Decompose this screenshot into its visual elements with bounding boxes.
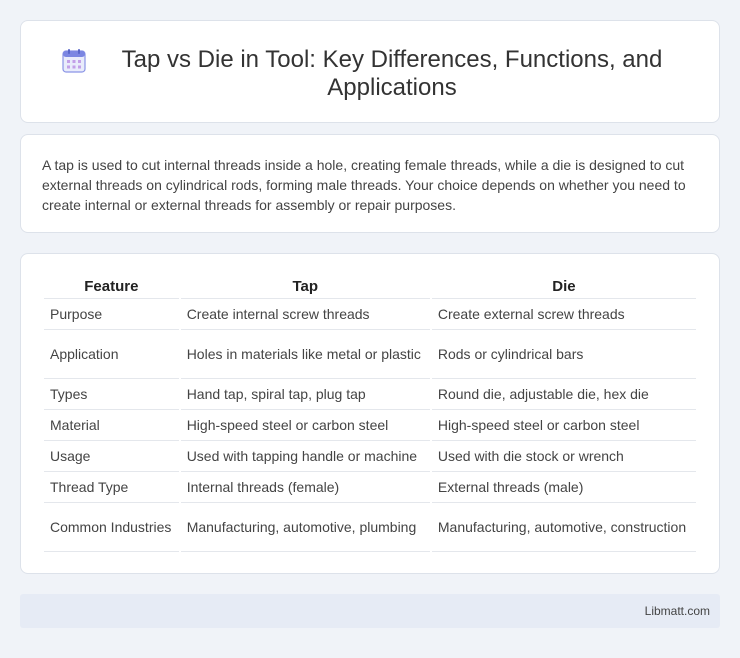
feature-cell: Thread Type bbox=[44, 472, 179, 503]
feature-cell: Types bbox=[44, 379, 179, 410]
tap-cell: Hand tap, spiral tap, plug tap bbox=[180, 379, 430, 410]
comparison-card: Feature Tap Die Purpose Create internal … bbox=[20, 253, 720, 574]
tap-cell: Holes in materials like metal or plastic bbox=[180, 330, 430, 379]
tap-cell: Manufacturing, automotive, plumbing bbox=[180, 503, 430, 552]
die-cell: Round die, adjustable die, hex die bbox=[431, 379, 696, 410]
die-cell: External threads (male) bbox=[431, 472, 696, 503]
feature-cell: Usage bbox=[44, 441, 179, 472]
table-row: Material High-speed steel or carbon stee… bbox=[44, 410, 696, 441]
footer-brand-link[interactable]: Libmatt.com bbox=[645, 604, 710, 618]
feature-cell: Purpose bbox=[44, 299, 179, 330]
calendar-icon bbox=[62, 49, 86, 73]
tap-cell: Used with tapping handle or machine bbox=[180, 441, 430, 472]
table-row: Purpose Create internal screw threads Cr… bbox=[44, 299, 696, 330]
header-tap: Tap bbox=[180, 274, 430, 299]
title-card: Tap vs Die in Tool: Key Differences, Fun… bbox=[20, 20, 720, 123]
table-row: Common Industries Manufacturing, automot… bbox=[44, 503, 696, 552]
table-header-row: Feature Tap Die bbox=[44, 274, 696, 299]
page-title: Tap vs Die in Tool: Key Differences, Fun… bbox=[121, 46, 663, 101]
tap-cell: Internal threads (female) bbox=[180, 472, 430, 503]
feature-cell: Common Industries bbox=[44, 503, 179, 552]
die-cell: High-speed steel or carbon steel bbox=[431, 410, 696, 441]
die-cell: Used with die stock or wrench bbox=[431, 441, 696, 472]
comparison-table: Feature Tap Die Purpose Create internal … bbox=[42, 274, 698, 552]
intro-paragraph: A tap is used to cut internal threads in… bbox=[42, 157, 686, 213]
table-row: Thread Type Internal threads (female) Ex… bbox=[44, 472, 696, 503]
die-cell: Rods or cylindrical bars bbox=[431, 330, 696, 379]
table-row: Application Holes in materials like meta… bbox=[44, 330, 696, 379]
intro-card: A tap is used to cut internal threads in… bbox=[20, 134, 720, 233]
tap-cell: Create internal screw threads bbox=[180, 299, 430, 330]
feature-cell: Material bbox=[44, 410, 179, 441]
die-cell: Create external screw threads bbox=[431, 299, 696, 330]
feature-cell: Application bbox=[44, 330, 179, 379]
die-cell: Manufacturing, automotive, construction bbox=[431, 503, 696, 552]
table-row: Types Hand tap, spiral tap, plug tap Rou… bbox=[44, 379, 696, 410]
footer-bar: Libmatt.com bbox=[20, 594, 720, 628]
tap-cell: High-speed steel or carbon steel bbox=[180, 410, 430, 441]
header-die: Die bbox=[431, 274, 696, 299]
table-row: Usage Used with tapping handle or machin… bbox=[44, 441, 696, 472]
header-feature: Feature bbox=[44, 274, 179, 299]
